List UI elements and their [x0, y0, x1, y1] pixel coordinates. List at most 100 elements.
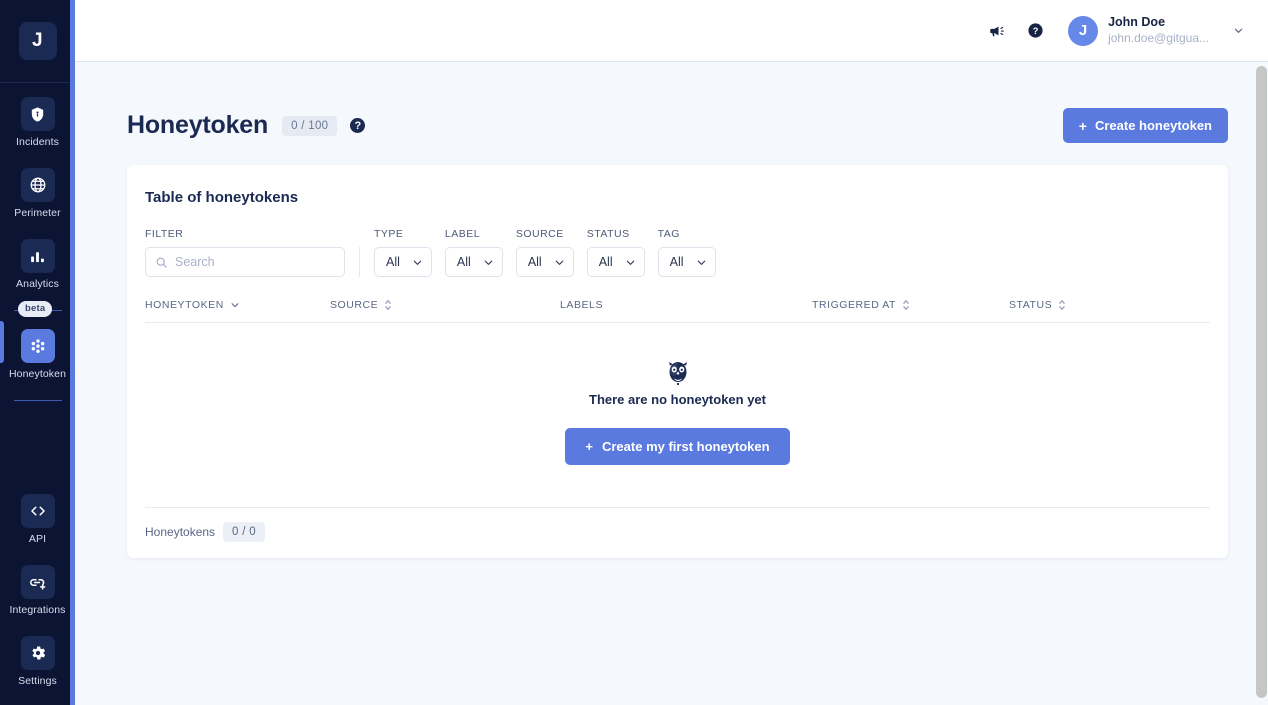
source-dropdown[interactable]: All	[516, 247, 574, 277]
filter-status-group: STATUS All	[587, 228, 645, 277]
app-logo-letter: J	[19, 22, 57, 60]
sidebar-item-integrations[interactable]: Integrations	[0, 551, 75, 622]
main-region: ? J John Doe john.doe@gitgua... Honeytok…	[75, 0, 1268, 705]
megaphone-icon[interactable]	[978, 12, 1016, 50]
sidebar-item-perimeter[interactable]: Perimeter	[0, 154, 75, 225]
page-title: Honeytoken	[127, 111, 268, 140]
column-header-triggered-at[interactable]: TRIGGERED AT	[812, 299, 1009, 311]
sidebar-item-incidents[interactable]: Incidents	[0, 83, 75, 154]
filter-label: FILTER	[145, 228, 345, 240]
source-dropdown-value: All	[528, 255, 542, 269]
user-email: john.doe@gitgua...	[1108, 31, 1209, 46]
filter-label: TYPE	[374, 228, 432, 240]
shield-icon	[21, 97, 55, 131]
create-honeytoken-button[interactable]: + Create honeytoken	[1063, 108, 1228, 143]
filter-divider	[359, 247, 360, 277]
question-circle-icon[interactable]: ?	[1016, 12, 1054, 50]
chevron-down-icon	[696, 257, 707, 268]
filter-label-group: LABEL All	[445, 228, 503, 277]
label-dropdown[interactable]: All	[445, 247, 503, 277]
search-icon	[155, 256, 168, 269]
chevron-down-icon	[1233, 25, 1244, 36]
sort-updown-icon	[384, 299, 392, 311]
search-input[interactable]	[175, 255, 335, 269]
filter-bar: FILTER TYP	[145, 228, 1210, 277]
filter-tag-group: TAG All	[658, 228, 716, 277]
chevron-down-icon	[230, 300, 240, 310]
sidebar-item-honeytoken[interactable]: beta Honeytoken	[0, 311, 75, 386]
globe-icon	[21, 168, 55, 202]
empty-state-message: There are no honeytoken yet	[589, 392, 766, 407]
honeytoken-quota-chip: 0 / 100	[282, 116, 337, 136]
sidebar-nav-secondary: API Integrations	[0, 480, 75, 705]
sidebar-item-label: Perimeter	[14, 207, 60, 219]
column-label: HONEYTOKEN	[145, 299, 224, 311]
sidebar-item-analytics[interactable]: Analytics	[0, 225, 75, 296]
tag-dropdown-value: All	[670, 255, 684, 269]
filter-label: STATUS	[587, 228, 645, 240]
question-mark-icon[interactable]: ?	[350, 118, 365, 133]
table-header-row: HONEYTOKEN SOURCE	[145, 299, 1210, 323]
type-dropdown-value: All	[386, 255, 400, 269]
table-footer: Honeytokens 0 / 0	[145, 507, 1210, 558]
chevron-down-icon	[554, 257, 565, 268]
status-dropdown-value: All	[599, 255, 613, 269]
user-menu[interactable]: J John Doe john.doe@gitgua...	[1068, 15, 1244, 46]
empty-state: There are no honeytoken yet + Create my …	[145, 323, 1210, 507]
create-honeytoken-label: Create honeytoken	[1095, 118, 1212, 133]
page-scrollbar-thumb[interactable]	[1256, 66, 1267, 698]
sidebar-divider-blue-2	[14, 400, 62, 401]
app-logo[interactable]: J	[19, 0, 57, 82]
gear-icon	[21, 636, 55, 670]
column-header-labels: LABELS	[560, 299, 812, 311]
sidebar-item-label: Incidents	[16, 136, 59, 148]
create-first-honeytoken-button[interactable]: + Create my first honeytoken	[565, 428, 789, 465]
column-header-status[interactable]: STATUS	[1009, 299, 1210, 311]
sort-updown-icon	[902, 299, 910, 311]
type-dropdown[interactable]: All	[374, 247, 432, 277]
honeytokens-card: Table of honeytokens FILTER	[127, 165, 1228, 558]
column-label: TRIGGERED AT	[812, 299, 896, 311]
filter-type-group: TYPE All	[374, 228, 432, 277]
top-bar: ? J John Doe john.doe@gitgua...	[75, 0, 1268, 62]
filter-label: LABEL	[445, 228, 503, 240]
create-first-honeytoken-label: Create my first honeytoken	[602, 439, 770, 454]
card-title: Table of honeytokens	[145, 189, 1210, 206]
avatar: J	[1068, 16, 1098, 46]
sidebar-nav-primary: Incidents Perimeter	[0, 83, 75, 401]
sort-updown-icon	[1058, 299, 1066, 311]
search-input-wrap[interactable]	[145, 247, 345, 277]
chevron-down-icon	[412, 257, 423, 268]
column-label: SOURCE	[330, 299, 378, 311]
sidebar-item-label: Integrations	[9, 604, 65, 616]
filter-label: TAG	[658, 228, 716, 240]
link-plus-icon	[21, 565, 55, 599]
user-info: John Doe john.doe@gitgua...	[1108, 15, 1209, 46]
owl-mascot-icon	[667, 361, 689, 385]
sidebar-item-label: Analytics	[16, 278, 59, 290]
column-header-source[interactable]: SOURCE	[330, 299, 560, 311]
status-dropdown[interactable]: All	[587, 247, 645, 277]
sidebar-item-settings[interactable]: Settings	[0, 622, 75, 693]
tag-dropdown[interactable]: All	[658, 247, 716, 277]
plus-icon: +	[585, 439, 593, 454]
sidebar-item-label: Settings	[18, 675, 57, 687]
column-header-honeytoken[interactable]: HONEYTOKEN	[145, 299, 330, 311]
sidebar-item-api[interactable]: API	[0, 480, 75, 551]
filter-search-group: FILTER	[145, 228, 345, 277]
sidebar: J Incidents	[0, 0, 75, 705]
filter-source-group: SOURCE All	[516, 228, 574, 277]
footer-count-chip: 0 / 0	[223, 522, 265, 542]
filter-label: SOURCE	[516, 228, 574, 240]
svg-text:?: ?	[1032, 26, 1038, 36]
code-icon	[21, 494, 55, 528]
sidebar-item-label: Honeytoken	[9, 368, 66, 380]
bar-chart-icon	[21, 239, 55, 273]
chevron-down-icon	[483, 257, 494, 268]
sidebar-item-label: API	[29, 533, 46, 545]
column-label: LABELS	[560, 299, 603, 311]
beta-badge: beta	[18, 301, 52, 317]
footer-label: Honeytokens	[145, 525, 215, 539]
page-header: Honeytoken 0 / 100 ? + Create honeytoken	[127, 62, 1228, 165]
app-root: J Incidents	[0, 0, 1268, 705]
